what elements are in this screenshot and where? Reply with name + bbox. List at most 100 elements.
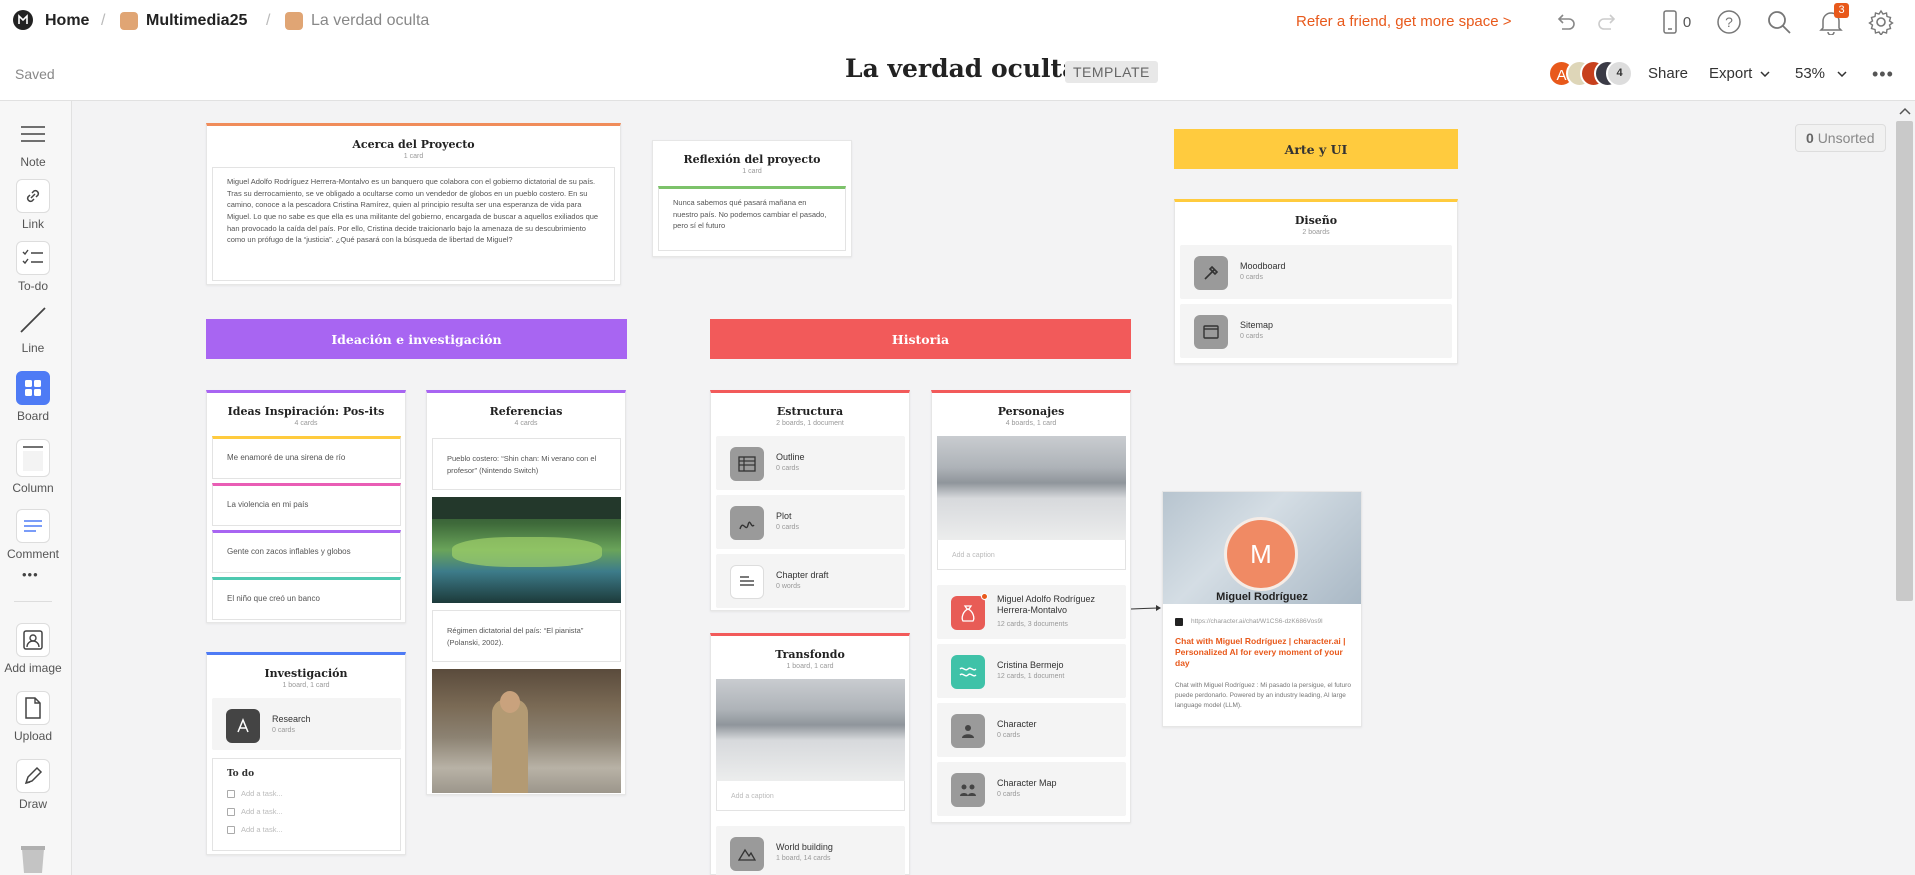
outline-icon [730, 447, 764, 481]
world-building-icon [730, 837, 764, 871]
postit-note[interactable]: Gente con zacos inflables y globos [212, 530, 401, 573]
board-item-character-map[interactable]: Character Map 0 cards [937, 762, 1126, 816]
board-diseno[interactable]: Diseño 2 boards Moodboard 0 cards Sitema… [1174, 199, 1458, 364]
link-card-character-ai[interactable]: M Miguel Rodríguez https://character.ai/… [1162, 491, 1362, 727]
reflection-note[interactable]: Nunca sabemos qué pasará mañana en nuest… [658, 186, 846, 251]
image-caption[interactable]: Add a caption [937, 540, 1126, 570]
reference-note[interactable]: Régimen dictatorial del país: “El pianis… [432, 610, 621, 662]
checkbox[interactable] [227, 789, 235, 798]
link-url[interactable]: https://character.ai/chat/W1CS6-dzK686Vo… [1191, 618, 1353, 625]
todo-task[interactable]: Add a task... [227, 807, 283, 816]
scrollbar-thumb[interactable] [1896, 121, 1913, 601]
board-title: Estructura [776, 405, 844, 418]
tool-comment[interactable]: Comment [0, 509, 66, 561]
chevron-down-icon [1760, 70, 1770, 77]
board-title: Reflexión del proyecto [683, 153, 821, 166]
todo-task[interactable]: Add a task... [227, 789, 283, 798]
research-icon [226, 709, 260, 743]
board-referencias[interactable]: Referencias 4 cards Pueblo costero: “Shi… [426, 390, 626, 795]
board-item-outline[interactable]: Outline 0 cards [716, 436, 905, 490]
share-button[interactable]: Share [1648, 65, 1688, 82]
tool-board[interactable]: Board [0, 371, 66, 423]
board-estructura[interactable]: Estructura 2 boards, 1 document Outline … [710, 390, 910, 611]
search-icon[interactable] [1765, 8, 1793, 36]
snowy-road-image[interactable] [716, 679, 905, 781]
export-button[interactable]: Export [1709, 65, 1770, 82]
zoom-dropdown[interactable]: 53% [1795, 65, 1847, 82]
board-item-plot[interactable]: Plot 0 cards [716, 495, 905, 549]
tool-note[interactable]: Note [0, 117, 66, 169]
app-logo-icon[interactable] [13, 10, 33, 30]
checkbox[interactable] [227, 825, 235, 834]
board-subtitle: 1 card [403, 153, 424, 160]
board-about-project[interactable]: Acerca del Proyecto 1 card Miguel Adolfo… [206, 123, 621, 285]
unsorted-button[interactable]: 0 Unsorted [1795, 124, 1886, 152]
todo-list: To do Add a task... Add a task... Add a … [212, 758, 401, 851]
vertical-scrollbar[interactable] [1894, 101, 1915, 875]
board-investigacion[interactable]: Investigación 1 board, 1 card Research 0… [206, 652, 406, 855]
tool-line[interactable]: Line [0, 303, 66, 355]
postit-note[interactable]: El niño que creó un banco [212, 577, 401, 620]
reference-image-pianist[interactable] [432, 669, 621, 793]
tool-todo[interactable]: To-do [0, 241, 66, 293]
column-header-ideacion[interactable]: Ideación e investigación [206, 319, 627, 359]
image-caption[interactable]: Add a caption [716, 781, 905, 811]
redo-icon[interactable] [1594, 8, 1622, 36]
more-tools-icon[interactable]: ••• [22, 567, 39, 582]
link-title[interactable]: Chat with Miguel Rodríguez | character.a… [1175, 636, 1353, 669]
tool-column[interactable]: Column [0, 439, 66, 495]
note-icon [16, 117, 50, 151]
tool-label: Draw [18, 797, 47, 811]
board-item-research[interactable]: Research 0 cards [212, 698, 401, 750]
breadcrumb-multimedia[interactable]: Multimedia25 [120, 12, 247, 30]
board-item-character[interactable]: Character 0 cards [937, 703, 1126, 757]
about-note[interactable]: Miguel Adolfo Rodríguez Herrera-Montalvo… [212, 167, 615, 281]
tool-add-image[interactable]: Add image [0, 623, 66, 675]
board-item-title: World building [776, 842, 833, 852]
reference-note[interactable]: Pueblo costero: “Shin chan: Mi verano co… [432, 438, 621, 490]
tool-link[interactable]: Link [0, 179, 66, 231]
board-ideas[interactable]: Ideas Inspiración: Pos-its 4 cards Me en… [206, 390, 406, 623]
comment-icon [16, 509, 50, 543]
postit-note[interactable]: Me enamoré de una sirena de río [212, 436, 401, 479]
help-icon[interactable]: ? [1715, 8, 1743, 36]
tool-draw[interactable]: Draw [0, 759, 66, 811]
board-personajes[interactable]: Personajes 4 boards, 1 card Add a captio… [931, 390, 1131, 823]
breadcrumb-current[interactable]: La verdad oculta [285, 12, 429, 30]
notification-dot [981, 593, 988, 600]
tool-label: Column [12, 481, 54, 495]
board-reflection[interactable]: Reflexión del proyecto 1 card Nunca sabe… [652, 140, 852, 257]
settings-gear-icon[interactable] [1867, 8, 1895, 36]
board-transfondo[interactable]: Transfondo 1 board, 1 card Add a caption… [710, 633, 910, 875]
board-item-sitemap[interactable]: Sitemap 0 cards [1180, 304, 1452, 358]
document-chapter-draft[interactable]: Chapter draft 0 words [716, 554, 905, 608]
checkbox[interactable] [227, 807, 235, 816]
todo-task[interactable]: Add a task... [227, 825, 283, 834]
page-title[interactable]: La verdad oculta [845, 54, 1078, 83]
board-item-world-building[interactable]: World building 1 board, 14 cards [716, 826, 905, 875]
mobile-devices-button[interactable]: 0 [1657, 8, 1697, 36]
connector-arrow[interactable] [1131, 603, 1163, 613]
board-subtitle: 2 boards, 1 document [776, 420, 844, 427]
trash-icon[interactable] [18, 843, 48, 873]
undo-icon[interactable] [1551, 8, 1579, 36]
column-header-arte-ui[interactable]: Arte y UI [1174, 129, 1458, 169]
reference-image-anime-scene[interactable] [432, 497, 621, 603]
board-item-title: Plot [776, 511, 792, 521]
postit-note[interactable]: La violencia en mi país [212, 483, 401, 526]
board-item-cristina[interactable]: Cristina Bermejo 12 cards, 1 document [937, 644, 1126, 698]
tool-upload[interactable]: Upload [0, 691, 66, 743]
board-subtitle: 4 cards [514, 420, 538, 427]
collaborators-avatars[interactable]: A 4 [1548, 60, 1633, 88]
draw-icon [16, 759, 50, 793]
refer-friend-link[interactable]: Refer a friend, get more space > [1296, 13, 1512, 30]
moodboard-icon [1194, 256, 1228, 290]
more-options-icon[interactable]: ••• [1872, 64, 1894, 85]
board-item-moodboard[interactable]: Moodboard 0 cards [1180, 245, 1452, 299]
snowy-road-image[interactable] [937, 436, 1126, 540]
column-header-historia[interactable]: Historia [710, 319, 1131, 359]
board-color-swatch-icon [120, 12, 138, 30]
breadcrumb-home[interactable]: Home [45, 12, 89, 30]
board-item-miguel[interactable]: Miguel Adolfo Rodríguez Herrera-Montalvo… [937, 585, 1126, 639]
notification-count-badge: 3 [1834, 3, 1849, 18]
